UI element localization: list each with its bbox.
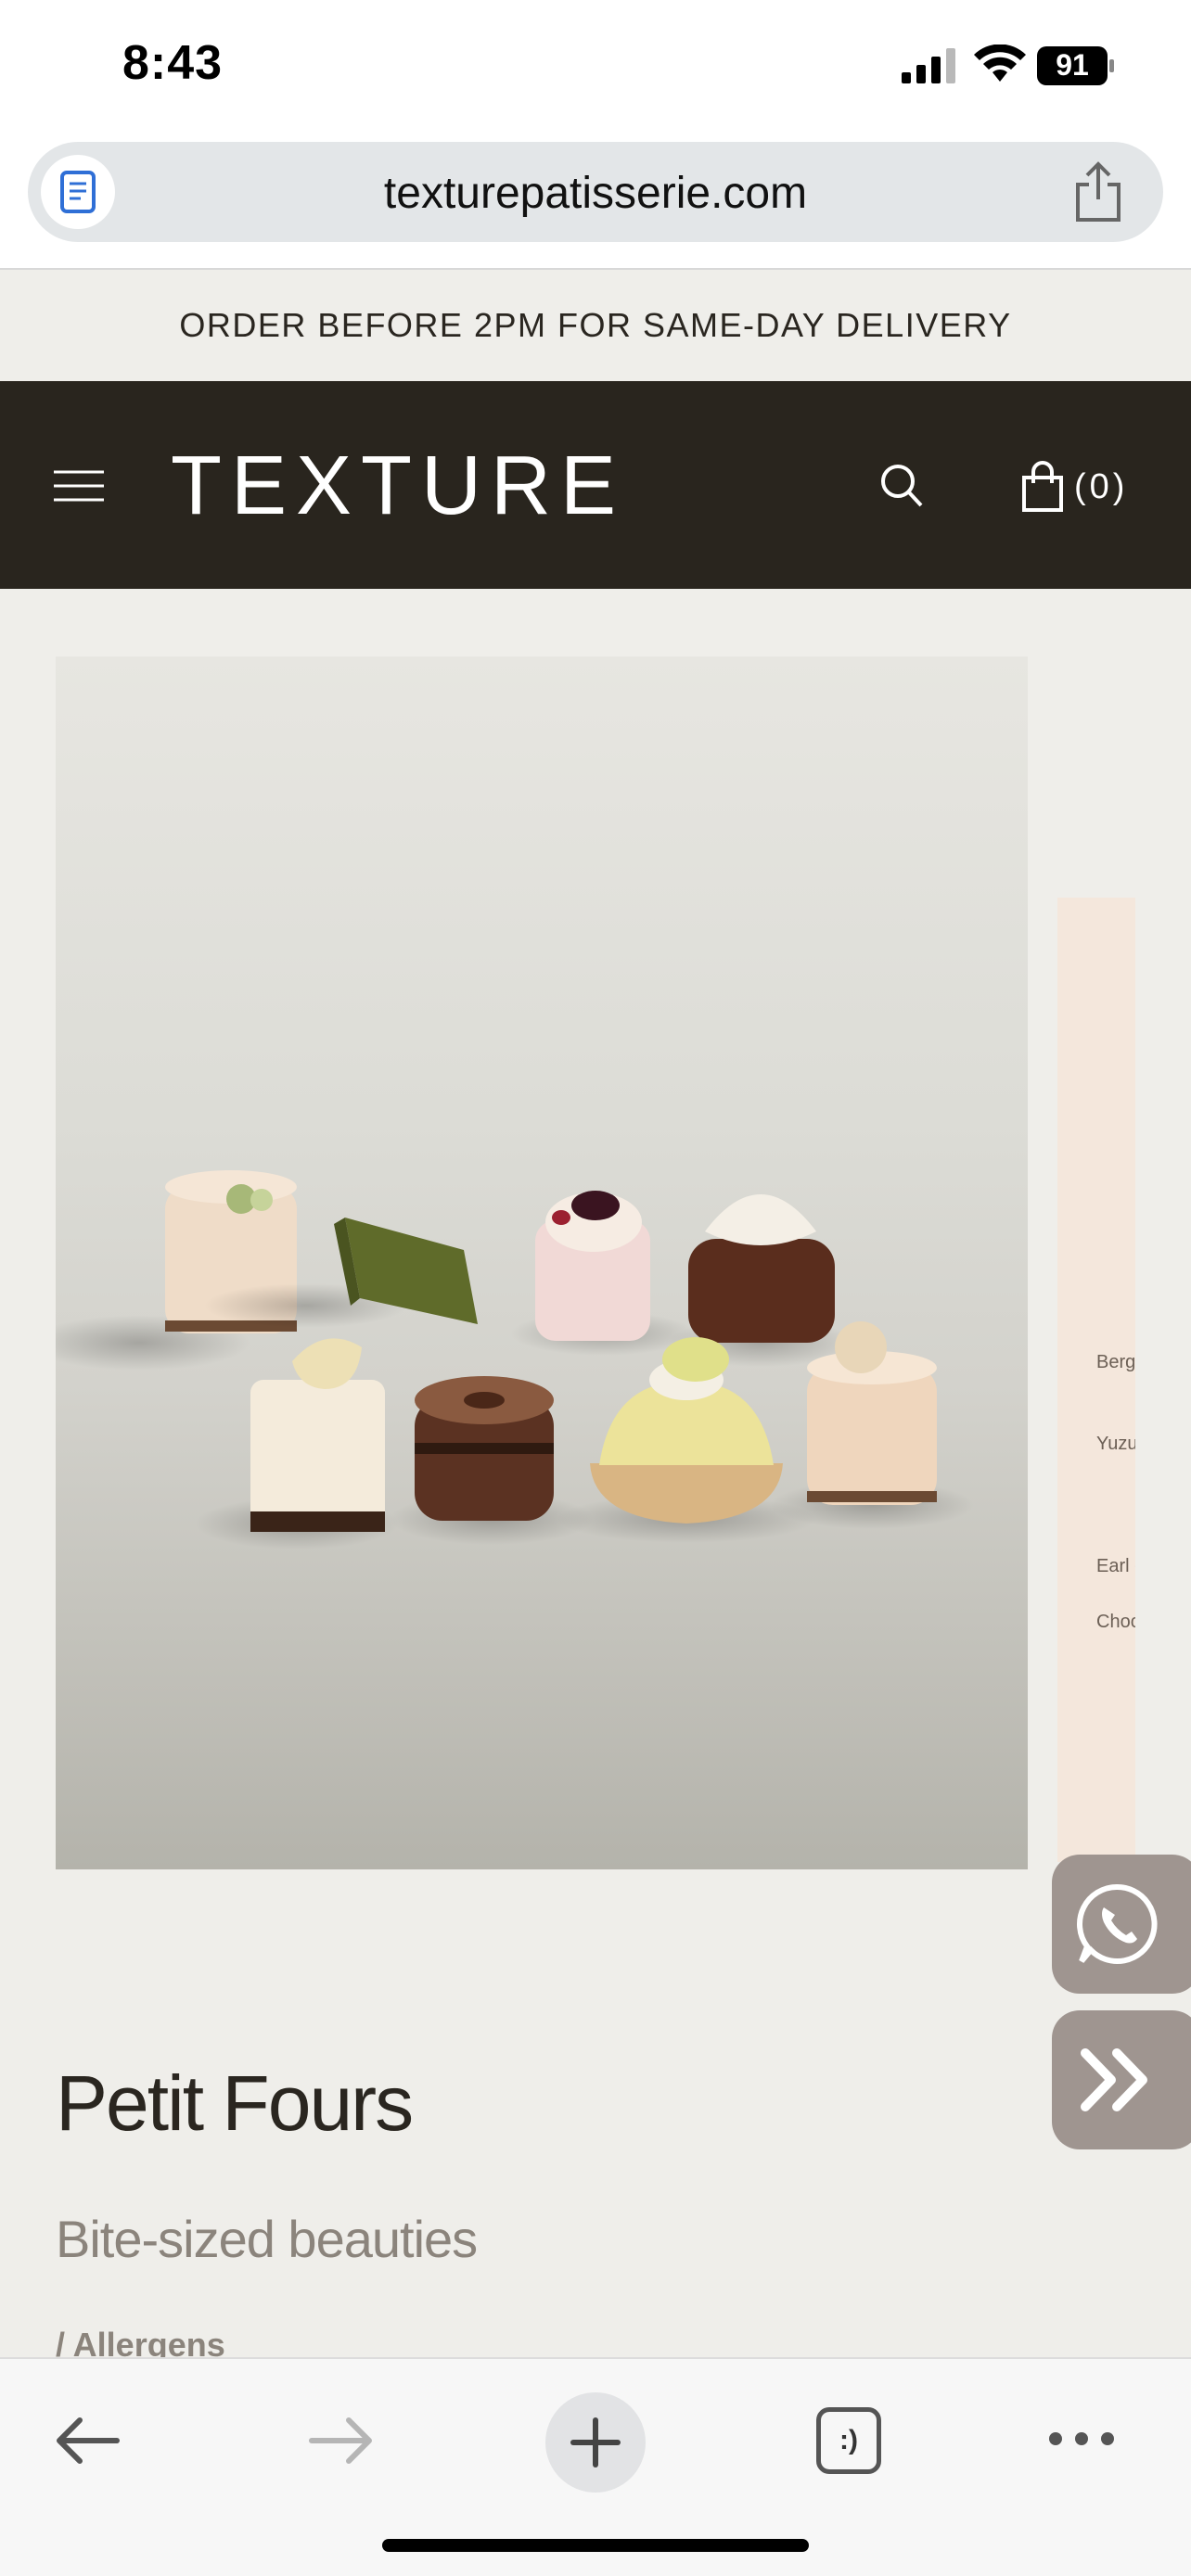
back-arrow-icon[interactable] [54,2415,121,2467]
next-slide-button[interactable] [1052,2010,1191,2149]
share-icon[interactable] [1070,160,1126,223]
more-options-icon[interactable] [1048,2429,1115,2448]
flavor-line: Berg [1096,1352,1135,1372]
cellular-signal-icon [902,48,955,83]
cart-count: (0) [1074,466,1129,506]
flavor-line: Yuzu [1096,1434,1135,1454]
address-bar[interactable]: texturepatisserie.com [28,142,1163,242]
flavor-line: Choc [1096,1612,1135,1632]
whatsapp-button[interactable] [1052,1855,1191,1994]
site-logo[interactable]: TEXTURE [171,439,625,534]
whatsapp-icon [1077,1883,1158,1964]
battery-level: 91 [1056,48,1089,82]
double-chevron-right-icon [1081,2048,1147,2111]
shopping-bag-icon [1022,461,1063,512]
url-text[interactable]: texturepatisserie.com [28,168,1163,219]
petit-fours-illustration [56,1170,974,1549]
nutrition-panel-peek[interactable]: Berg Yuzu Earl g Choc [1057,898,1135,1862]
product-title: Petit Fours [56,2060,414,2147]
status-bar: 8:43 91 [0,0,1191,134]
cart-button[interactable]: (0) [1020,459,1128,515]
hamburger-menu-icon[interactable] [54,470,104,502]
home-indicator[interactable] [382,2539,809,2552]
browser-address-area: texturepatisserie.com [0,134,1191,270]
plus-icon [570,2417,621,2468]
site-header: TEXTURE (0) [0,381,1191,589]
forward-arrow-icon[interactable] [308,2415,375,2467]
search-icon[interactable] [879,463,924,509]
new-tab-button[interactable] [545,2392,646,2493]
battery-icon: 91 [1037,46,1115,85]
announcement-bar: ORDER BEFORE 2PM FOR SAME-DAY DELIVERY [0,270,1191,381]
status-time: 8:43 [122,36,224,90]
wifi-icon [974,45,1026,82]
product-image[interactable] [56,657,1028,1869]
product-subtitle: Bite-sized beauties [56,2210,478,2268]
flavor-line: Earl g [1096,1556,1135,1576]
tabs-button[interactable]: :) [816,2407,881,2474]
